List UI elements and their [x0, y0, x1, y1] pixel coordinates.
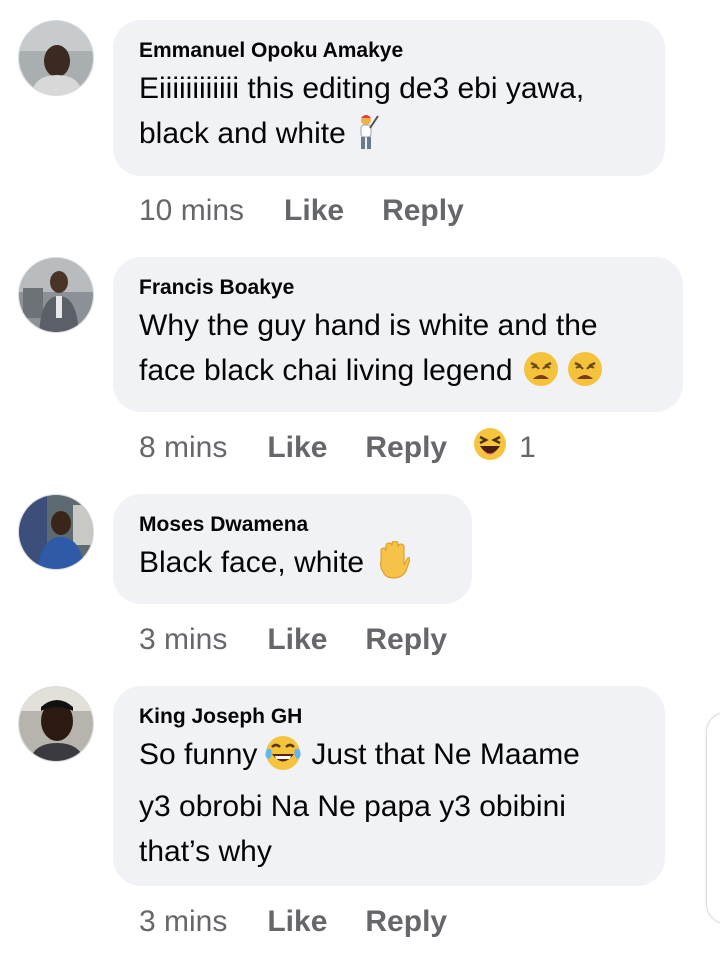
comment-actions: 3 mins Like Reply	[139, 620, 447, 660]
reaction-count: 1	[519, 431, 536, 464]
comment-timestamp[interactable]: 10 mins	[139, 194, 244, 228]
comment-text-line: face black chai living legend	[139, 354, 513, 387]
reply-button[interactable]: Reply	[365, 623, 447, 657]
comment-text-line: So funny	[139, 738, 258, 771]
comment-author[interactable]: King Joseph GH	[139, 704, 641, 730]
comment-text: Why the guy hand is white and the face b…	[139, 303, 659, 400]
like-button[interactable]: Like	[284, 194, 344, 228]
reply-button[interactable]: Reply	[365, 431, 447, 465]
comment-text-line: that’s why	[139, 835, 272, 868]
comment-text-line: Why the guy hand is white and the	[139, 309, 598, 342]
haha-reaction-icon	[473, 427, 507, 469]
comment-bubble: Francis Boakye Why the guy hand is white…	[113, 257, 683, 412]
avatar[interactable]	[18, 20, 94, 96]
like-button[interactable]: Like	[267, 431, 327, 465]
comment-bubble: Moses Dwamena Black face, white	[113, 494, 472, 604]
comment-text-line: black and white	[139, 117, 346, 150]
comment-timestamp[interactable]: 3 mins	[139, 905, 227, 939]
weary-face-emoji-icon	[523, 351, 603, 400]
avatar[interactable]	[18, 686, 94, 762]
comment-actions: 8 mins Like Reply 1	[139, 428, 536, 468]
comment-bubble: King Joseph GH So funny Just that Ne Maa…	[113, 686, 665, 886]
comment-text-line: Just that Ne Maame	[311, 738, 580, 771]
comment-text: Eiiiiiiiiiiii this editing de3 ebi yawa,…	[139, 66, 641, 163]
comment-text: Black face, white	[139, 540, 448, 592]
comment-bubble: Emmanuel Opoku Amakye Eiiiiiiiiiiii this…	[113, 20, 665, 176]
comment-author[interactable]: Francis Boakye	[139, 275, 659, 301]
raised-hand-emoji-icon	[376, 540, 411, 592]
comment-timestamp[interactable]: 8 mins	[139, 431, 227, 465]
golfer-emoji-icon	[350, 114, 380, 163]
comment-author[interactable]: Moses Dwamena	[139, 512, 448, 538]
comment-actions: 10 mins Like Reply	[139, 191, 464, 231]
avatar[interactable]	[18, 494, 94, 570]
comment-text-line: Black face, white	[139, 546, 365, 579]
reaction-summary[interactable]: 1	[473, 427, 536, 469]
like-button[interactable]: Like	[267, 623, 327, 657]
partial-card-edge	[706, 712, 720, 924]
comment-text: So funny Just that Ne Maame y3 obrobi Na…	[139, 732, 641, 874]
like-button[interactable]: Like	[267, 905, 327, 939]
comment-timestamp[interactable]: 3 mins	[139, 623, 227, 657]
tears-of-joy-emoji-icon	[265, 735, 302, 784]
reply-button[interactable]: Reply	[365, 905, 447, 939]
comment-actions: 3 mins Like Reply	[139, 902, 447, 942]
comment-text-line: y3 obrobi Na Ne papa y3 obibini	[139, 790, 566, 823]
reply-button[interactable]: Reply	[382, 194, 464, 228]
comment-author[interactable]: Emmanuel Opoku Amakye	[139, 38, 641, 64]
avatar[interactable]	[18, 257, 94, 333]
comment-text-line: Eiiiiiiiiiiii this editing de3 ebi yawa,	[139, 72, 585, 105]
